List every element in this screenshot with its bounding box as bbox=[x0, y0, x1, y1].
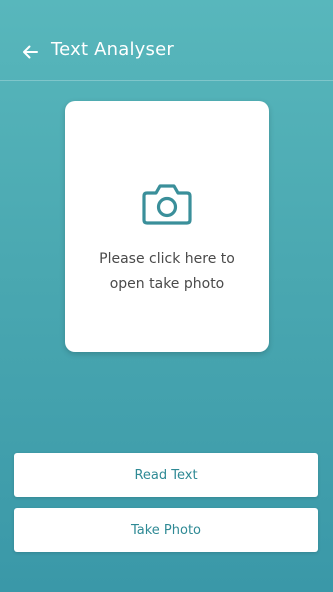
read-text-button[interactable]: Read Text bbox=[14, 453, 318, 497]
card-instruction: Please click here to open take photo bbox=[65, 247, 269, 297]
card-instruction-line2: open take photo bbox=[109, 276, 225, 292]
card-instruction-line1: Please click here to bbox=[99, 251, 235, 267]
arrow-left-icon bbox=[23, 45, 38, 59]
page-title: Text Analyser bbox=[51, 39, 174, 60]
app-bar: Text Analyser bbox=[0, 0, 333, 81]
take-photo-button[interactable]: Take Photo bbox=[14, 508, 318, 552]
back-button[interactable] bbox=[16, 38, 44, 66]
camera-icon bbox=[142, 184, 192, 225]
take-photo-card[interactable]: Please click here to open take photo bbox=[65, 101, 269, 352]
